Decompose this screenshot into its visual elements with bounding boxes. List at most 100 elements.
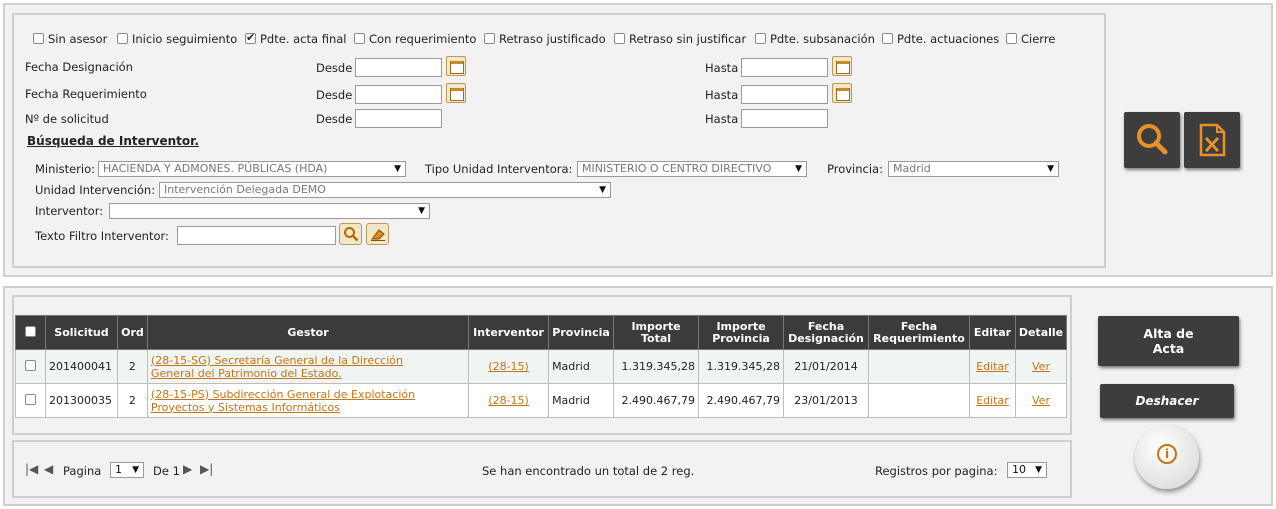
cell-fecha-requerimiento <box>868 383 970 418</box>
cell-provincia: Madrid <box>548 349 615 384</box>
cell-importe-total: 1.319.345,28 <box>613 349 700 384</box>
dropdown-arrow-icon: ▼ <box>599 185 606 195</box>
checkbox[interactable] <box>354 33 365 44</box>
prev-page-icon[interactable]: ◀ <box>44 462 53 476</box>
filter-retraso-sin-justificar[interactable]: Retraso sin justificar <box>614 32 746 46</box>
provincia-select[interactable]: Madrid ▼ <box>888 161 1059 177</box>
col-editar[interactable]: Editar <box>968 315 1016 350</box>
table-row[interactable]: 201300035 2 (28-15-PS) Subdirección Gene… <box>15 383 1068 418</box>
table-row[interactable]: 201400041 2 (28-15-SG) Secretaría Genera… <box>15 349 1068 384</box>
cell-importe-provincia: 1.319.345,28 <box>698 349 785 384</box>
fecha-designacion-label: Fecha Designación <box>25 60 133 74</box>
row-checkbox[interactable] <box>24 360 36 371</box>
unidad-intervencion-select[interactable]: Intervención Delegada DEMO ▼ <box>159 182 611 198</box>
first-page-icon[interactable]: |◀ <box>25 462 38 476</box>
info-button[interactable]: i <box>1135 425 1199 489</box>
ministerio-select[interactable]: HACIENDA Y ADMONES. PÚBLICAS (HDA) ▼ <box>98 161 406 177</box>
total-records-text: Se han encontrado un total de 2 reg. <box>482 464 695 478</box>
checkbox[interactable] <box>33 33 44 44</box>
calendar-icon[interactable] <box>446 56 466 76</box>
gestor-link[interactable]: Proyectos y Sistemas Informáticos <box>151 401 340 414</box>
fecha-designacion-hasta-input[interactable] <box>741 58 828 77</box>
next-page-icon[interactable]: ▶ <box>183 462 192 476</box>
dropdown-arrow-icon: ▼ <box>1047 164 1054 174</box>
filter-inicio-seguimiento[interactable]: Inicio seguimiento <box>117 32 237 46</box>
cell-solicitud: 201400041 <box>44 349 118 384</box>
checkbox[interactable] <box>117 33 128 44</box>
col-detalle[interactable]: Detalle <box>1014 315 1068 350</box>
col-importe-provincia[interactable]: Importe Provincia <box>698 315 785 350</box>
row-checkbox[interactable] <box>24 394 36 405</box>
dropdown-arrow-icon: ▼ <box>795 164 802 174</box>
calendar-icon[interactable] <box>446 83 466 103</box>
filter-pdte-subsanacion[interactable]: Pdte. subsanación <box>755 32 875 46</box>
col-fecha-designacion[interactable]: Fecha Designación <box>783 315 869 350</box>
registros-select[interactable]: 10 ▼ <box>1007 462 1047 478</box>
filter-retraso-justificado[interactable]: Retraso justificado <box>484 32 606 46</box>
desde-label: Desde <box>316 61 353 75</box>
de-label: De 1 <box>153 464 180 478</box>
provincia-label: Provincia: <box>827 162 883 176</box>
col-provincia[interactable]: Provincia <box>548 315 615 350</box>
alta-acta-button[interactable]: Alta de Acta <box>1098 316 1239 366</box>
checkbox[interactable] <box>1006 33 1017 44</box>
filter-cierre[interactable]: Cierre <box>1006 32 1055 46</box>
cell-interventor: (28-15) <box>468 349 550 384</box>
texto-filtro-input[interactable] <box>177 226 336 245</box>
fecha-requerimiento-hasta-input[interactable] <box>741 85 828 104</box>
col-interventor[interactable]: Interventor <box>468 315 550 350</box>
last-page-icon[interactable]: ▶| <box>200 462 213 476</box>
cell-gestor: (28-15-PS) Subdirección General de Explo… <box>146 383 470 418</box>
cell-importe-total: 2.490.467,79 <box>613 383 700 418</box>
interventor-select[interactable]: ▼ <box>109 203 430 219</box>
fecha-requerimiento-desde-input[interactable] <box>355 85 442 104</box>
filter-con-requerimiento[interactable]: Con requerimiento <box>354 32 476 46</box>
cell-editar: Editar <box>968 383 1016 418</box>
col-fecha-requerimiento[interactable]: Fecha Requerimiento <box>868 315 970 350</box>
export-excel-button[interactable] <box>1184 112 1240 168</box>
filter-sin-asesor[interactable]: Sin asesor <box>33 32 107 46</box>
view-link[interactable]: Ver <box>1032 360 1050 373</box>
ministerio-label: Ministerio: <box>35 162 96 176</box>
select-all-header[interactable] <box>15 315 46 350</box>
cell-ord: 2 <box>116 383 148 418</box>
search-button[interactable] <box>1124 112 1180 168</box>
tipo-unidad-select[interactable]: MINISTERIO O CENTRO DIRECTIVO ▼ <box>577 161 807 177</box>
fecha-designacion-desde-input[interactable] <box>355 58 442 77</box>
cell-solicitud: 201300035 <box>44 383 118 418</box>
gestor-link[interactable]: General del Patrimonio del Estado. <box>151 367 342 380</box>
filter-pdte-actuaciones[interactable]: Pdte. actuaciones <box>882 32 999 46</box>
clear-filter-button[interactable] <box>366 223 389 245</box>
deshacer-button[interactable]: Deshacer <box>1100 384 1234 418</box>
col-solicitud[interactable]: Solicitud <box>44 315 118 350</box>
calendar-icon[interactable] <box>832 83 852 103</box>
num-solicitud-desde-input[interactable] <box>355 109 442 128</box>
edit-link[interactable]: Editar <box>976 360 1009 373</box>
col-importe-total[interactable]: Importe Total <box>613 315 700 350</box>
checkbox-checked[interactable] <box>245 31 256 44</box>
edit-link[interactable]: Editar <box>976 394 1009 407</box>
cell-gestor: (28-15-SG) Secretaría General de la Dire… <box>146 349 470 384</box>
num-solicitud-label: Nº de solicitud <box>25 112 109 126</box>
view-link[interactable]: Ver <box>1032 394 1050 407</box>
cell-detalle: Ver <box>1014 383 1068 418</box>
gestor-link[interactable]: (28-15-SG) Secretaría General de la Dire… <box>151 354 403 367</box>
unidad-intervencion-label: Unidad Intervención: <box>35 183 156 197</box>
search-interventor-button[interactable] <box>339 223 362 245</box>
col-ord[interactable]: Ord <box>116 315 148 350</box>
filter-pdte-acta-final[interactable]: Pdte. acta final <box>245 31 347 46</box>
checkbox[interactable] <box>882 33 893 44</box>
checkbox[interactable] <box>755 33 766 44</box>
calendar-icon[interactable] <box>832 56 852 76</box>
gestor-link[interactable]: (28-15-PS) Subdirección General de Explo… <box>151 388 415 401</box>
select-all-checkbox[interactable] <box>24 326 36 337</box>
interventor-link[interactable]: (28-15) <box>488 394 529 407</box>
col-gestor[interactable]: Gestor <box>146 315 470 350</box>
page-select[interactable]: 1 ▼ <box>110 462 144 478</box>
checkbox[interactable] <box>484 33 495 44</box>
cell-provincia: Madrid <box>548 383 615 418</box>
cell-interventor: (28-15) <box>468 383 550 418</box>
interventor-link[interactable]: (28-15) <box>488 360 529 373</box>
checkbox[interactable] <box>614 33 625 44</box>
num-solicitud-hasta-input[interactable] <box>741 109 828 128</box>
